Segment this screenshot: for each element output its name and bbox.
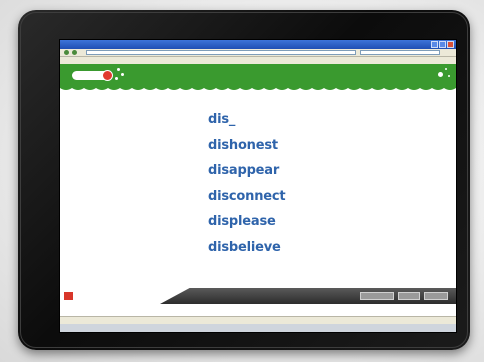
word-item: disconnect [208, 188, 286, 204]
footer-button[interactable] [398, 292, 420, 300]
word-item: displease [208, 214, 276, 229]
decorative-dot [438, 72, 443, 77]
minimize-icon[interactable] [431, 41, 438, 48]
window-titlebar [60, 40, 456, 49]
maximize-icon[interactable] [439, 41, 446, 48]
url-input[interactable] [86, 50, 356, 55]
word-item: dis_ [208, 112, 236, 127]
status-bar [60, 316, 456, 324]
word-item: disappear [208, 163, 280, 178]
footer-button[interactable] [424, 292, 448, 300]
footer-logo-icon [64, 292, 73, 300]
back-icon[interactable] [64, 50, 69, 55]
logo-badge-icon [102, 70, 113, 81]
tablet-screen: dis_ dishonest disappear disconnect disp… [60, 40, 456, 332]
taskbar [60, 324, 456, 332]
menu-bar [60, 57, 456, 64]
search-input[interactable] [360, 50, 440, 55]
address-bar [60, 49, 456, 57]
word-item: disbelieve [208, 239, 281, 255]
forward-icon[interactable] [72, 50, 77, 55]
scalloped-edge [60, 86, 456, 90]
word-item: dishonest [208, 137, 278, 153]
footer-button[interactable] [360, 292, 394, 300]
word-list: dis_ dishonest disappear disconnect disp… [208, 112, 286, 265]
close-icon[interactable] [447, 41, 454, 48]
